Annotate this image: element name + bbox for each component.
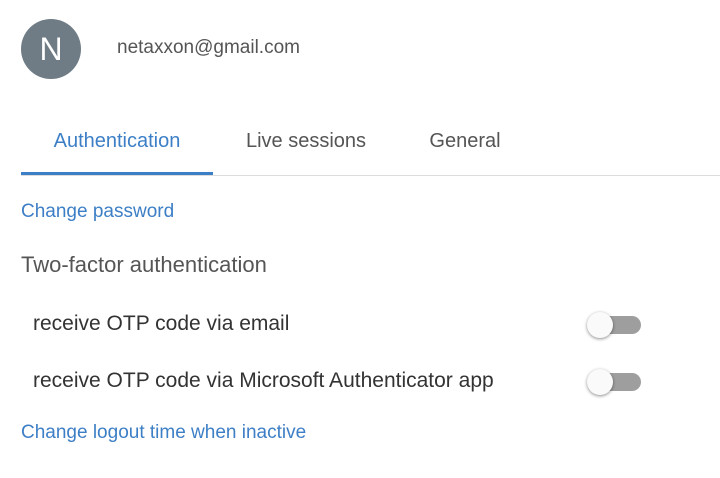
tab-general[interactable]: General bbox=[413, 110, 517, 173]
two-factor-title: Two-factor authentication bbox=[21, 252, 267, 277]
settings-tabs: Authentication Live sessions General bbox=[21, 110, 720, 176]
toggle-thumb bbox=[587, 369, 613, 395]
otp-email-label: receive OTP code via email bbox=[33, 312, 290, 335]
avatar: N bbox=[21, 19, 81, 79]
toggle-thumb bbox=[587, 312, 613, 338]
tab-authentication[interactable]: Authentication bbox=[21, 110, 213, 175]
tab-live-sessions[interactable]: Live sessions bbox=[226, 110, 386, 173]
account-settings-page: N netaxxon@gmail.com Authentication Live… bbox=[0, 0, 720, 478]
account-email: netaxxon@gmail.com bbox=[117, 37, 300, 58]
otp-app-toggle[interactable] bbox=[587, 369, 641, 395]
account-header: N netaxxon@gmail.com bbox=[21, 19, 300, 79]
otp-email-row: receive OTP code via email bbox=[33, 309, 648, 339]
otp-app-row: receive OTP code via Microsoft Authentic… bbox=[33, 366, 648, 396]
change-password-link[interactable]: Change password bbox=[21, 201, 174, 223]
change-logout-time-link[interactable]: Change logout time when inactive bbox=[21, 422, 306, 444]
otp-email-toggle[interactable] bbox=[587, 312, 641, 338]
otp-app-label: receive OTP code via Microsoft Authentic… bbox=[33, 369, 494, 392]
